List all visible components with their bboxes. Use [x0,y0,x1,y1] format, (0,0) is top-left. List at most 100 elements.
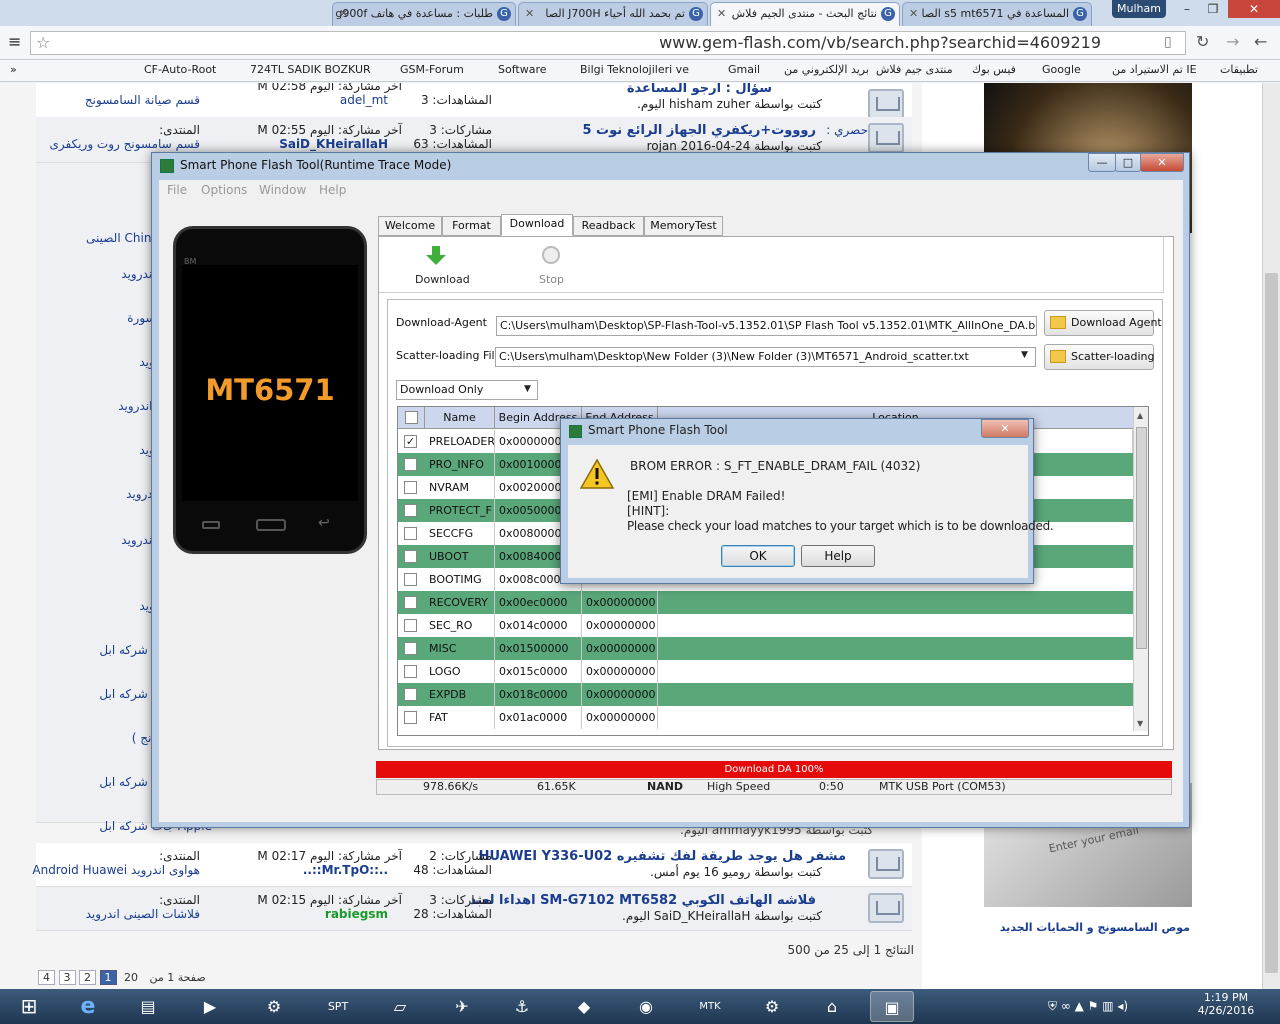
address-bar[interactable]: www.gem-flash.com/vb/search.php?searchid… [30,31,1186,55]
last-post-user[interactable]: rabiegsm [325,907,388,921]
media-player-icon[interactable]: ▶ [188,991,232,1022]
bookmark-item[interactable]: منتدى جيم فلاش [876,63,953,76]
back-icon[interactable]: ← [1254,32,1267,51]
bookmark-item[interactable]: CF-Auto-Root [144,63,216,76]
checkbox[interactable] [404,642,417,655]
checkbox[interactable] [404,688,417,701]
forum-link[interactable]: قسم صيانة السامسونج [85,93,200,107]
forum-link[interactable]: فلاشات الصينى اندرويد [86,907,200,921]
scatter-field[interactable]: C:\Users\mulham\Desktop\New Folder (3)\N… [495,347,1036,367]
scroll-thumb[interactable] [1265,273,1278,973]
partition-row[interactable]: EXPDB 0x018c0000 0x00000000 [398,683,1133,706]
menu-icon[interactable]: ≡ [8,32,21,51]
forum-link[interactable]: هواوى اندرويد Android Huawei [32,863,200,877]
download-agent-button[interactable]: Download Agent [1044,310,1162,336]
start-button[interactable]: ⊞ [4,991,54,1022]
clock[interactable]: 1:19 PM 4/26/2016 [1196,991,1256,1017]
help-button[interactable]: Help [801,545,875,567]
spt-icon[interactable]: SPT [316,991,360,1022]
settings-gear-icon[interactable]: ⚙ [252,991,296,1022]
bookmark-item[interactable]: بريد الإلكتروني من [784,63,869,76]
tray-icons[interactable]: ⛨ ∞ ▲ ⚑ ▥ ◂) [1048,999,1128,1014]
user-button[interactable]: Mulham [1112,0,1166,18]
tab-memorytest[interactable]: MemoryTest [644,216,723,236]
restore-icon[interactable]: ❐ [1200,0,1226,18]
bookmark-item[interactable]: Gmail [728,63,760,76]
thread-envelope-icon[interactable] [868,123,904,153]
checkbox[interactable] [404,665,417,678]
mode-select[interactable]: Download Only [396,380,538,400]
partition-row[interactable]: FAT 0x01ac0000 0x00000000 [398,706,1133,729]
last-post-user[interactable]: adel_mt [340,93,388,107]
close-icon[interactable]: ✕ [1140,153,1184,172]
notes-icon[interactable]: ▱ [378,991,422,1022]
partition-row[interactable]: RECOVERY 0x00ec0000 0x00000000 [398,591,1133,614]
stop-button[interactable]: Stop [539,273,564,286]
menu-options[interactable]: Options [201,183,247,197]
scroll-thumb[interactable] [1136,427,1147,649]
checkbox[interactable] [405,411,418,424]
tab-format[interactable]: Format [442,216,501,236]
browser-tab-active[interactable]: G نتائج البحث - منتدى الجيم فلاش ✕ [710,2,900,26]
scroll-down-icon[interactable]: ▼ [1137,719,1143,728]
chevron-icon[interactable]: » [10,63,17,76]
stop-icon[interactable] [542,246,560,264]
bookmark-item[interactable]: GSM-Forum [400,63,464,76]
ie-icon[interactable]: e [66,991,110,1022]
forward-icon[interactable]: → [1226,32,1239,51]
close-icon[interactable]: ✕ [981,419,1029,438]
tab-download[interactable]: Download [501,214,573,236]
partition-row[interactable]: SEC_RO 0x014c0000 0x00000000 [398,614,1133,637]
checkbox[interactable] [404,504,417,517]
bookmark-item[interactable]: Google [1042,63,1081,76]
checkbox[interactable] [404,596,417,609]
tab-readback[interactable]: Readback [573,216,644,236]
ok-button[interactable]: OK [721,545,795,567]
thread-title[interactable]: فلاشه الهاتف الكوبي SM-G7102 MT6582 اهدا… [469,893,816,908]
checkbox[interactable] [404,619,417,632]
column-header[interactable]: Name [425,407,495,429]
thread-envelope-icon[interactable] [868,893,904,923]
partition-row[interactable]: LOGO 0x015c0000 0x00000000 [398,660,1133,683]
bookmark-item[interactable]: Bilgi Teknolojileri ve [580,63,689,76]
checkbox[interactable] [404,481,417,494]
gear-shield-icon[interactable]: ⚙ [750,991,794,1022]
close-icon[interactable]: ✕ [339,3,348,25]
browser-tab[interactable]: G تم بحمد الله أحياء J700H الصا ✕ [518,2,708,26]
browser-tab[interactable]: G طلبات : مساعدة في هاتف g900f ✕ [332,2,516,26]
table-scrollbar[interactable]: ▲ ▼ [1133,407,1148,731]
scatter-loading-button[interactable]: Scatter-loading [1044,344,1154,370]
reload-icon[interactable]: ↻ [1196,32,1209,51]
anchor-icon[interactable]: ⚓ [500,991,544,1022]
bookmark-item[interactable]: 724TL SADIK BOZKUR [250,63,371,76]
checkbox[interactable] [404,573,417,586]
airplane-icon[interactable]: ✈ [440,991,484,1022]
thread-title[interactable]: مشفر هل يوجد طريقة لفك تشفيره HUAWEI Y33… [479,849,846,864]
pager-last[interactable]: 20 [120,971,142,984]
bookmark-item[interactable]: Software [498,63,547,76]
download-arrow-icon[interactable] [425,245,447,265]
minimize-icon[interactable]: — [1088,153,1116,172]
menu-file[interactable]: File [167,183,187,197]
tab-welcome[interactable]: Welcome [378,216,442,236]
ad-caption[interactable]: موص السامسونج و الحمايات الجديد [1000,921,1190,934]
close-icon[interactable]: ✕ [525,3,534,25]
star-icon[interactable]: ☆ [36,33,50,52]
mtk-icon[interactable]: MTK [688,991,732,1022]
close-icon[interactable]: ✕ [717,3,726,25]
scroll-up-icon[interactable]: ▲ [1137,411,1143,420]
maximize-icon[interactable]: □ [1115,153,1141,172]
chevron-down-icon[interactable]: ▼ [1021,350,1028,360]
checkbox[interactable] [404,711,417,724]
pager-page[interactable]: 3 [58,970,76,985]
thread-envelope-icon[interactable] [868,849,904,879]
chevron-down-icon[interactable]: ▼ [524,384,531,394]
thread-title[interactable]: سؤال : أرجو المساعدة [627,83,772,96]
checkbox[interactable] [404,527,417,540]
thread-envelope-icon[interactable] [868,89,904,119]
pager-page[interactable]: 4 [38,970,55,985]
explorer-icon[interactable]: ▤ [126,991,170,1022]
download-agent-field[interactable]: C:\Users\mulham\Desktop\SP-Flash-Tool-v5… [496,316,1037,336]
download-button[interactable]: Download [415,273,470,286]
bookmark-item[interactable]: تم الاستيراد من IE [1112,63,1197,76]
